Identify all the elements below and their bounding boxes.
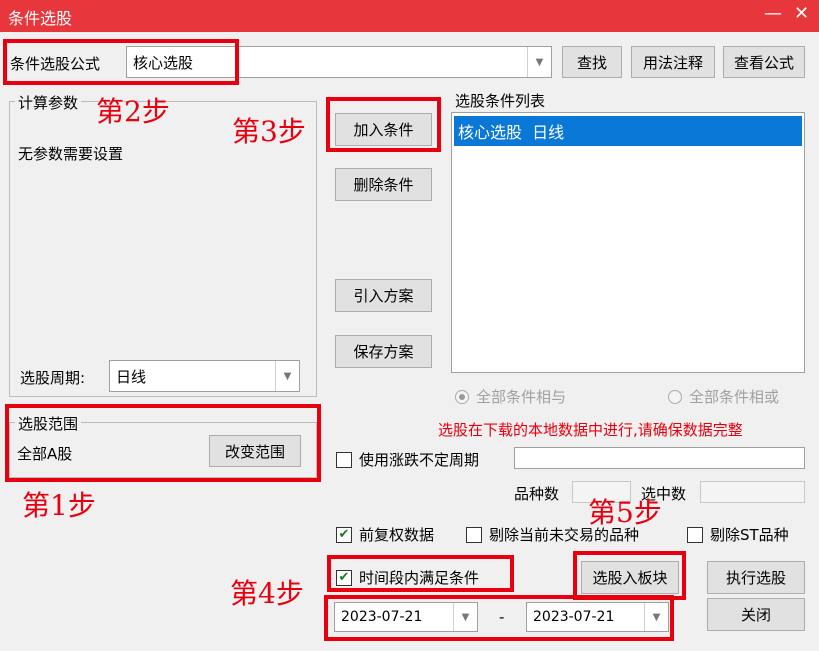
- step3-annotation: 第3步: [232, 115, 306, 148]
- forward-adjust-label: 前复权数据: [359, 526, 435, 544]
- chevron-down-icon[interactable]: ▼: [527, 47, 551, 77]
- save-plan-button[interactable]: 保存方案: [335, 335, 432, 368]
- list-item[interactable]: 核心选股 日线: [454, 116, 802, 146]
- radio-icon: [455, 389, 469, 404]
- period-value: 日线: [116, 367, 147, 386]
- or-label: 全部条件相或: [689, 388, 780, 406]
- checkbox-icon: [687, 526, 703, 543]
- step4-annotation: 第4步: [230, 577, 304, 610]
- no-params-text: 无参数需要设置: [18, 145, 124, 163]
- radio-icon: [668, 389, 682, 404]
- step1-highlight-box: [5, 404, 321, 482]
- checkbox-icon: [466, 526, 482, 543]
- checkmark-icon: ✔: [336, 526, 352, 543]
- warning-text: 选股在下载的本地数据中进行,请确保数据完整: [438, 421, 743, 439]
- view-formula-button[interactable]: 查看公式: [723, 46, 805, 78]
- step1-annotation: 第1步: [22, 489, 96, 522]
- close-button[interactable]: 关闭: [707, 598, 805, 631]
- step5-annotation: 第5步: [588, 496, 662, 529]
- close-window-button[interactable]: ✕: [794, 3, 809, 24]
- variety-count-label: 品种数: [514, 485, 560, 503]
- usage-notes-button[interactable]: 用法注释: [631, 46, 715, 78]
- conditions-list-label: 选股条件列表: [455, 92, 546, 110]
- minimize-button[interactable]: —: [764, 3, 782, 24]
- execute-selection-button[interactable]: 执行选股: [707, 561, 805, 594]
- or-radio[interactable]: 全部条件相或: [668, 386, 779, 407]
- forward-adjust-checkbox[interactable]: ✔ 前复权数据: [336, 524, 434, 545]
- chevron-down-icon[interactable]: ▼: [275, 361, 299, 391]
- step2-highlight-box: [3, 39, 239, 85]
- step4-date-highlight-box: [324, 595, 674, 641]
- exclude-st-label: 剔除ST品种: [710, 526, 789, 544]
- conditions-list[interactable]: 核心选股 日线: [451, 112, 805, 373]
- and-label: 全部条件相与: [476, 388, 567, 406]
- step2-annotation: 第2步: [96, 95, 170, 128]
- search-button[interactable]: 查找: [562, 46, 622, 78]
- window-title: 条件选股: [8, 9, 73, 28]
- step5-highlight-box: [573, 551, 686, 600]
- import-plan-button[interactable]: 引入方案: [335, 279, 432, 312]
- selected-count-field: [700, 481, 805, 503]
- step4-highlight-box: [327, 555, 514, 592]
- exclude-st-checkbox[interactable]: 剔除ST品种: [687, 524, 789, 545]
- title-bar: 条件选股 — ✕: [0, 0, 819, 32]
- params-group-label: 计算参数: [15, 92, 82, 113]
- and-radio[interactable]: 全部条件相与: [455, 386, 566, 407]
- variable-period-checkbox[interactable]: 使用涨跌不定周期: [336, 449, 479, 470]
- step3-highlight-box: [326, 97, 441, 152]
- period-label: 选股周期:: [20, 369, 86, 387]
- variable-period-input[interactable]: [514, 447, 805, 469]
- checkbox-icon: [336, 451, 352, 468]
- delete-condition-button[interactable]: 删除条件: [335, 168, 432, 201]
- variable-period-label: 使用涨跌不定周期: [359, 451, 480, 469]
- period-select[interactable]: 日线 ▼: [109, 360, 300, 392]
